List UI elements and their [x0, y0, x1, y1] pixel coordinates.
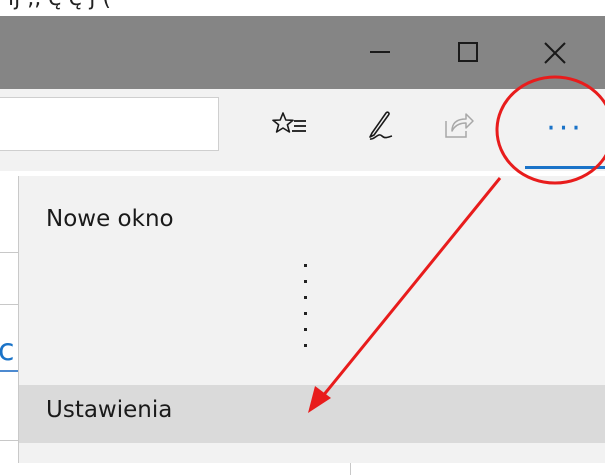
menu-item-label: Nowe okno: [46, 206, 174, 232]
minimize-icon: [370, 51, 390, 53]
minimize-button[interactable]: [336, 16, 424, 89]
more-actions-menu: Nowe okno Ustawienia: [18, 176, 605, 463]
maximize-button[interactable]: [424, 16, 512, 89]
page-divider: [0, 252, 18, 253]
page-partial-link-glyph: c: [0, 333, 15, 368]
favorites-star-list-icon: [272, 112, 306, 133]
pen-notes-icon: [369, 111, 393, 140]
maximize-icon: [458, 42, 478, 62]
more-active-underline: [525, 166, 605, 169]
page-divider: [350, 463, 351, 475]
favorites-button[interactable]: [272, 107, 312, 147]
more-dots-label: ···: [546, 111, 584, 146]
more-actions-button[interactable]: ···: [525, 99, 605, 169]
share-icon: [445, 113, 474, 138]
close-button[interactable]: [510, 16, 598, 89]
menu-item-settings[interactable]: Ustawienia: [19, 385, 605, 443]
top-cropped-text-strip: ij ,, ę ę j (: [0, 0, 605, 16]
address-bar[interactable]: [0, 97, 219, 151]
browser-toolbar: ···: [0, 89, 605, 171]
page-divider: [0, 304, 18, 305]
menu-item-new-window[interactable]: Nowe okno: [19, 194, 605, 252]
share-button[interactable]: [440, 107, 480, 147]
top-cropped-text: ij ,, ę ę j (: [8, 0, 111, 11]
page-divider: [0, 440, 18, 441]
close-icon: [544, 42, 566, 64]
window-titlebar: [0, 16, 605, 89]
web-notes-button[interactable]: [360, 107, 400, 147]
omitted-items-vertical-ellipsis: [304, 264, 312, 360]
page-link-underline: [0, 370, 20, 372]
menu-item-label: Ustawienia: [46, 397, 173, 423]
